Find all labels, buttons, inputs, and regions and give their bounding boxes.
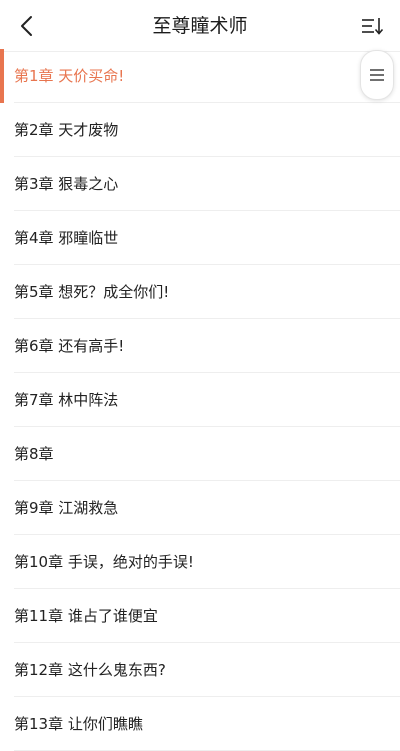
page-title: 至尊瞳术师 bbox=[152, 15, 248, 37]
chapter-item[interactable]: 第2章 天才废物 bbox=[0, 103, 400, 157]
menu-lines-icon bbox=[370, 69, 384, 81]
chapter-item[interactable]: 第13章 让你们瞧瞧 bbox=[0, 697, 400, 751]
sort-order-button[interactable] bbox=[356, 10, 388, 42]
chapter-item[interactable]: 第1章 天价买命! bbox=[0, 49, 400, 103]
chapter-item[interactable]: 第5章 想死？成全你们! bbox=[0, 265, 400, 319]
sort-descending-icon bbox=[362, 18, 384, 35]
floating-menu-button[interactable] bbox=[360, 50, 394, 100]
top-bar: 至尊瞳术师 bbox=[0, 0, 400, 52]
chapter-item[interactable]: 第4章 邪瞳临世 bbox=[0, 211, 400, 265]
chapter-item[interactable]: 第8章 bbox=[0, 427, 400, 481]
chapter-item[interactable]: 第10章 手误，绝对的手误! bbox=[0, 535, 400, 589]
back-button[interactable] bbox=[10, 10, 42, 42]
chapter-item[interactable]: 第6章 还有高手! bbox=[0, 319, 400, 373]
chevron-left-icon bbox=[21, 16, 32, 36]
chapter-item[interactable]: 第9章 江湖救急 bbox=[0, 481, 400, 535]
chapter-item[interactable]: 第11章 谁占了谁便宜 bbox=[0, 589, 400, 643]
chapter-list: 第1章 天价买命! 第2章 天才废物 第3章 狠毒之心 第4章 邪瞳临世 第5章 想死？… bbox=[0, 49, 400, 751]
chapter-item[interactable]: 第12章 这什么鬼东西? bbox=[0, 643, 400, 697]
chapter-item[interactable]: 第3章 狠毒之心 bbox=[0, 157, 400, 211]
chapter-item[interactable]: 第7章 林中阵法 bbox=[0, 373, 400, 427]
